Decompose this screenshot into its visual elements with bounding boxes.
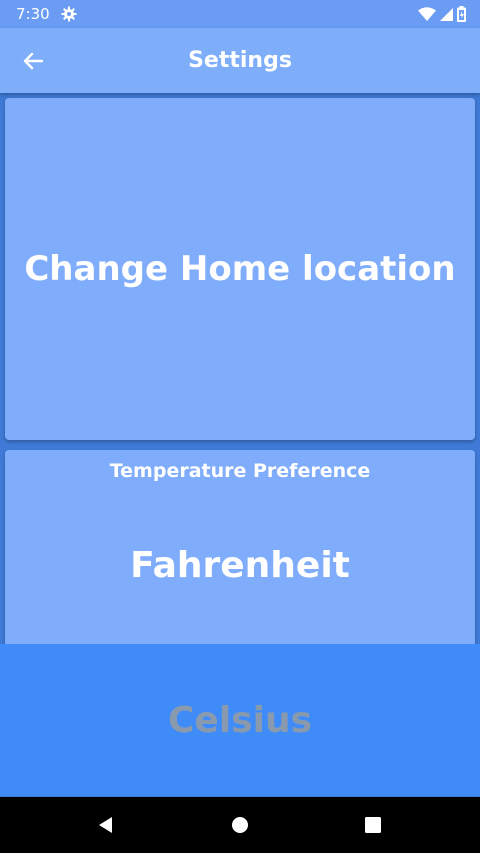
recents-square-icon	[365, 817, 381, 833]
celsius-option-button[interactable]: Celsius	[0, 644, 480, 796]
fahrenheit-option[interactable]: Fahrenheit	[5, 545, 475, 586]
cell-signal-icon	[440, 7, 453, 21]
back-triangle-icon	[99, 817, 112, 833]
status-bar: 7:30	[0, 0, 480, 28]
change-home-location-button[interactable]: Change Home location	[5, 98, 475, 440]
page-title: Settings	[188, 48, 292, 73]
gear-icon	[61, 6, 77, 22]
status-icons	[414, 5, 466, 23]
status-time: 7:30	[16, 5, 50, 23]
temperature-preference-card: Temperature Preference Fahrenheit	[5, 450, 475, 660]
wifi-icon	[418, 7, 436, 21]
battery-icon	[457, 6, 466, 22]
nav-recents-button[interactable]	[359, 811, 387, 839]
nav-back-button[interactable]	[92, 811, 120, 839]
navigation-bar	[0, 797, 480, 853]
back-button[interactable]	[16, 44, 50, 78]
nav-home-button[interactable]	[226, 811, 254, 839]
change-home-location-label: Change Home location	[24, 249, 456, 289]
celsius-option: Celsius	[168, 699, 312, 741]
home-circle-icon	[232, 817, 248, 833]
arrow-left-icon	[23, 52, 43, 70]
temperature-preference-title: Temperature Preference	[109, 460, 371, 482]
app-bar: Settings	[0, 28, 480, 93]
